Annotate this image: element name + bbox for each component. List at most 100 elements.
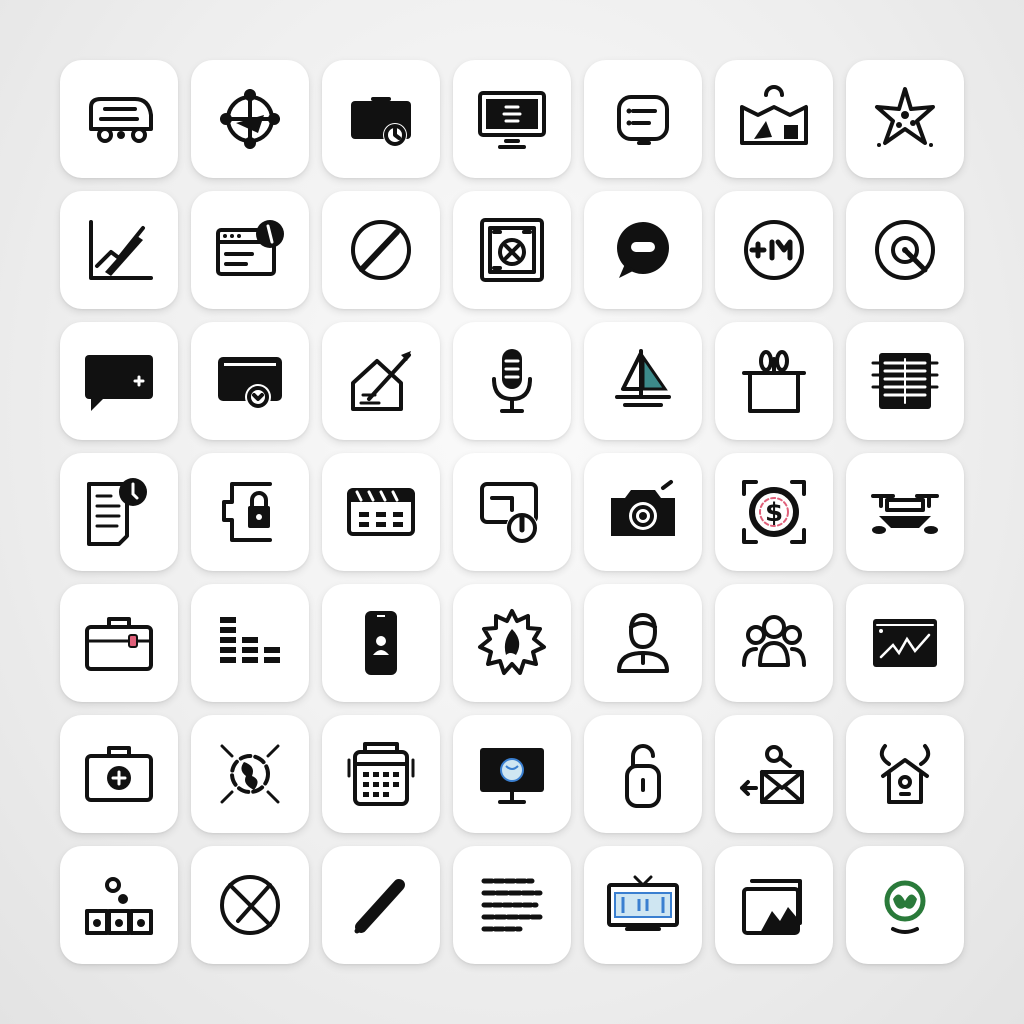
tile-map[interactable] xyxy=(715,60,833,178)
mail-export-icon xyxy=(740,745,804,804)
tile-mail-export[interactable] xyxy=(715,715,833,833)
tile-message-box[interactable] xyxy=(60,322,178,440)
document-clock-icon xyxy=(87,478,147,546)
no-pen-icon xyxy=(351,220,411,280)
tile-printer-calendar[interactable] xyxy=(322,715,440,833)
text-lines-icon xyxy=(481,878,543,932)
tile-smartphone[interactable] xyxy=(322,584,440,702)
globe-arrows-icon xyxy=(220,744,280,804)
plus-minus-icon xyxy=(744,220,804,280)
tile-dollar-target[interactable]: $ xyxy=(715,453,833,571)
plant-box-icon xyxy=(742,350,806,413)
svg-text:$: $ xyxy=(765,498,783,528)
leaf-globe-icon xyxy=(884,880,926,934)
camera-icon xyxy=(611,480,675,536)
tile-monitor[interactable] xyxy=(453,60,571,178)
tile-viking-house[interactable] xyxy=(846,715,964,833)
tile-microphone[interactable] xyxy=(453,322,571,440)
terminal-graph-icon xyxy=(873,619,937,667)
tile-document-clock[interactable] xyxy=(60,453,178,571)
film-calendar-icon xyxy=(347,488,415,536)
padlock-icon xyxy=(625,744,661,808)
puzzle-frame-icon xyxy=(480,218,544,282)
tile-server-rack[interactable] xyxy=(846,322,964,440)
pencil-icon xyxy=(354,879,405,934)
tile-block-people[interactable] xyxy=(60,846,178,964)
tile-circle-x[interactable] xyxy=(191,846,309,964)
chat-list-icon xyxy=(617,95,669,145)
puzzle-lock-icon xyxy=(222,482,272,542)
compass-icon xyxy=(220,89,280,149)
tile-padlock[interactable] xyxy=(584,715,702,833)
tile-landscape-photo[interactable] xyxy=(715,846,833,964)
tile-van[interactable] xyxy=(60,60,178,178)
photo-sync-icon xyxy=(218,357,282,410)
vinyl-record-icon xyxy=(875,220,935,280)
tile-briefcase[interactable] xyxy=(60,584,178,702)
tv-screen-icon xyxy=(607,875,679,931)
tile-plant-box[interactable] xyxy=(715,322,833,440)
house-arrow-icon xyxy=(351,351,411,411)
tile-film-calendar[interactable] xyxy=(322,453,440,571)
icon-grid: $ xyxy=(60,60,964,964)
landscape-photo-icon xyxy=(742,879,802,935)
tile-first-aid-kit[interactable] xyxy=(60,715,178,833)
first-aid-kit-icon xyxy=(85,746,153,802)
tile-plus-minus[interactable] xyxy=(715,191,833,309)
tile-bar-stack[interactable] xyxy=(191,584,309,702)
tile-user-group[interactable] xyxy=(715,584,833,702)
tile-puzzle-lock[interactable] xyxy=(191,453,309,571)
tile-camera[interactable] xyxy=(584,453,702,571)
chart-pencil-icon xyxy=(89,220,153,280)
tile-vinyl-record[interactable] xyxy=(846,191,964,309)
tile-starfish[interactable] xyxy=(846,60,964,178)
tile-speech-bubble[interactable] xyxy=(584,191,702,309)
tile-screen-timer[interactable] xyxy=(453,453,571,571)
tile-gear-flame[interactable] xyxy=(453,584,571,702)
tile-globe-arrows[interactable] xyxy=(191,715,309,833)
user-group-icon xyxy=(742,615,806,667)
tile-text-lines[interactable] xyxy=(453,846,571,964)
tile-puzzle-frame[interactable] xyxy=(453,191,571,309)
van-icon xyxy=(89,97,153,143)
drone-icon xyxy=(871,494,939,534)
browser-window-icon xyxy=(216,220,284,276)
tile-sailboat[interactable] xyxy=(584,322,702,440)
tile-camera-bag[interactable] xyxy=(322,60,440,178)
tile-desktop-globe[interactable] xyxy=(453,715,571,833)
server-rack-icon xyxy=(871,353,939,409)
smartphone-icon xyxy=(365,611,397,675)
tile-leaf-globe[interactable] xyxy=(846,846,964,964)
user-avatar-icon xyxy=(617,613,669,673)
tile-user-avatar[interactable] xyxy=(584,584,702,702)
circle-x-icon xyxy=(220,875,280,935)
message-box-icon xyxy=(85,355,153,411)
briefcase-icon xyxy=(85,617,153,671)
tile-terminal-graph[interactable] xyxy=(846,584,964,702)
desktop-globe-icon xyxy=(480,748,544,804)
tile-photo-sync[interactable] xyxy=(191,322,309,440)
camera-bag-icon xyxy=(351,97,411,147)
microphone-icon xyxy=(492,349,532,413)
speech-bubble-icon xyxy=(617,222,669,278)
sailboat-icon xyxy=(615,349,671,407)
starfish-icon xyxy=(875,87,935,147)
tile-compass[interactable] xyxy=(191,60,309,178)
tile-pencil[interactable] xyxy=(322,846,440,964)
tile-chart-pencil[interactable] xyxy=(60,191,178,309)
dollar-target-icon: $ xyxy=(742,480,806,544)
gear-flame-icon xyxy=(478,609,546,675)
tile-browser-window[interactable] xyxy=(191,191,309,309)
tile-chat-list[interactable] xyxy=(584,60,702,178)
screen-timer-icon xyxy=(480,482,538,544)
tile-drone[interactable] xyxy=(846,453,964,571)
monitor-icon xyxy=(478,91,546,149)
bar-stack-icon xyxy=(220,617,280,663)
tile-tv-screen[interactable] xyxy=(584,846,702,964)
printer-calendar-icon xyxy=(347,742,415,806)
block-people-icon xyxy=(85,877,153,935)
tile-no-pen[interactable] xyxy=(322,191,440,309)
map-icon xyxy=(740,85,808,145)
viking-house-icon xyxy=(879,744,931,804)
tile-house-arrow[interactable] xyxy=(322,322,440,440)
